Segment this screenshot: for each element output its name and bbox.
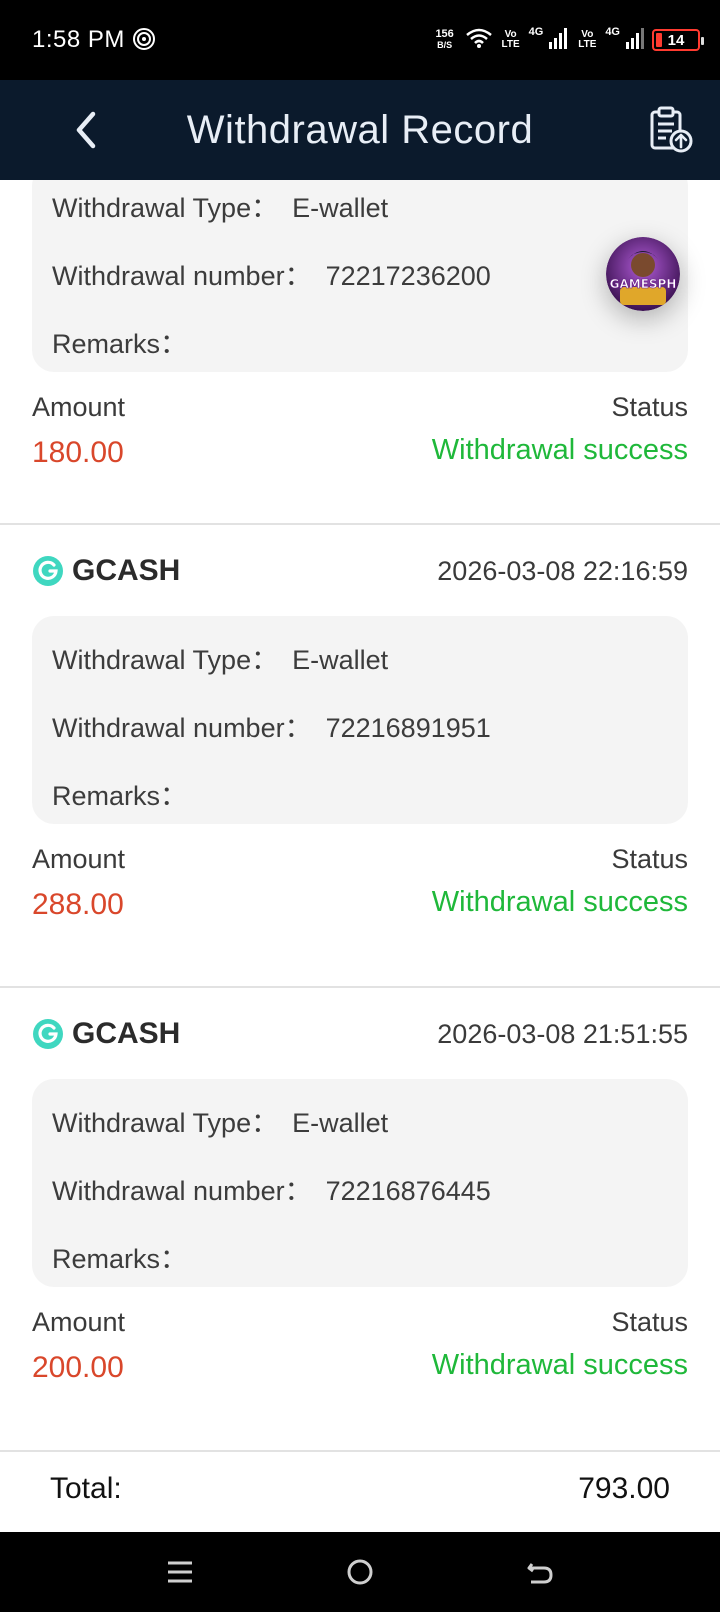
withdrawal-type-value: E-wallet (292, 193, 389, 223)
volte-bottom: LTE (578, 39, 597, 50)
status-label: Status (611, 392, 688, 422)
amount-label: Amount (32, 392, 126, 422)
amount-status-row: Amount 180.00 Status Withdrawal success (32, 392, 688, 492)
status-value: Withdrawal success (431, 434, 688, 466)
battery-level: 14 (667, 31, 685, 49)
details-box: Withdrawal Type： E-wallet Withdrawal numb… (32, 180, 688, 372)
withdrawal-number-label: Withdrawal number： (52, 713, 312, 743)
status-label: Status (611, 1307, 688, 1337)
withdrawal-type-row: Withdrawal Type： E-wallet (52, 638, 388, 677)
gcash-icon (33, 1019, 63, 1049)
provider: GCASH (32, 554, 180, 588)
withdrawal-type-label: Withdrawal Type： (52, 645, 279, 675)
amount-label: Amount (32, 844, 126, 874)
system-nav-bar (0, 1532, 720, 1612)
status-value: Withdrawal success (431, 886, 688, 918)
status-indicators: 156 B/S Vo LTE 4G Vo LTE 4G 14 (431, 22, 704, 58)
network-type-1: 4G (528, 26, 544, 38)
details-box: Withdrawal Type： E-wallet Withdrawal numb… (32, 1079, 688, 1287)
total-bar: Total: 793.00 (0, 1450, 720, 1532)
withdrawal-number-label: Withdrawal number： (52, 1176, 312, 1206)
withdrawal-type-row: Withdrawal Type： E-wallet (52, 1101, 388, 1140)
wifi-icon (465, 27, 493, 54)
withdrawal-number-value: 72216876445 (325, 1176, 491, 1206)
withdrawal-list[interactable]: Withdrawal Type： E-wallet Withdrawal numb… (0, 180, 720, 1532)
provider-name: GCASH (72, 1017, 181, 1050)
menu-button[interactable] (156, 1548, 204, 1596)
total-label: Total: (50, 1472, 122, 1505)
provider: GCASH (32, 1017, 180, 1051)
provider-name: GCASH (72, 554, 181, 587)
network-type-2: 4G (605, 26, 620, 38)
withdrawal-type-label: Withdrawal Type： (52, 193, 279, 223)
record-header: GCASH 2026-03-08 22:16:59 (32, 543, 688, 599)
status-time: 1:58 PM (32, 26, 125, 53)
withdrawal-type-label: Withdrawal Type： (52, 1108, 279, 1138)
remarks-label: Remarks： (52, 781, 188, 811)
upload-record-button[interactable] (644, 104, 696, 156)
volte-indicator-2: Vo LTE (575, 30, 599, 50)
withdrawal-number-value: 72217236200 (325, 261, 491, 291)
home-icon (347, 1559, 373, 1585)
net-speed-unit: B/S (437, 40, 453, 50)
withdrawal-number-row: Withdrawal number： 72216891951 (52, 706, 491, 745)
net-speed: 156 B/S (431, 29, 459, 51)
remarks-row: Remarks： (52, 322, 201, 361)
divider (0, 986, 720, 988)
withdrawal-type-value: E-wallet (292, 1108, 389, 1138)
menu-icon (168, 1561, 192, 1583)
app-header: Withdrawal Record (0, 80, 720, 180)
battery-icon: 14 (652, 29, 704, 51)
record-date: 2026-03-08 21:51:55 (437, 1018, 688, 1049)
game-logo-icon: GAMESPH (606, 237, 680, 311)
details-box: Withdrawal Type： E-wallet Withdrawal numb… (32, 616, 688, 824)
record-date: 2026-03-08 22:16:59 (437, 555, 688, 586)
amount-status-row: Amount 200.00 Status Withdrawal success (32, 1307, 688, 1407)
signal-icon (626, 27, 646, 54)
game-logo-text: GAMESPH (610, 277, 677, 291)
amount-value: 288.00 (32, 888, 124, 921)
back-icon (527, 1563, 553, 1584)
status-bar: 1:58 PM 156 B/S Vo LTE 4G Vo LTE 4G 14 (0, 0, 720, 80)
status-label: Status (611, 844, 688, 874)
record-header: GCASH 2026-03-08 21:51:55 (32, 1006, 688, 1062)
total-value: 793.00 (578, 1472, 670, 1505)
withdrawal-number-row: Withdrawal number： 72217236200 (52, 254, 491, 293)
page-title: Withdrawal Record (186, 108, 534, 152)
divider (0, 523, 720, 525)
withdrawal-number-label: Withdrawal number： (52, 261, 312, 291)
amount-value: 200.00 (32, 1351, 124, 1384)
status-value: Withdrawal success (431, 1349, 688, 1381)
amount-status-row: Amount 288.00 Status Withdrawal success (32, 844, 688, 944)
remarks-row: Remarks： (52, 1237, 201, 1276)
remarks-label: Remarks： (52, 1244, 188, 1274)
back-nav-button[interactable] (516, 1548, 564, 1596)
volte-bottom: LTE (501, 39, 520, 50)
floating-game-button[interactable]: GAMESPH (606, 237, 680, 311)
gcash-icon (33, 556, 63, 586)
amount-label: Amount (32, 1307, 126, 1337)
home-button[interactable] (336, 1548, 384, 1596)
volte-indicator-1: Vo LTE (499, 30, 523, 50)
withdrawal-number-row: Withdrawal number： 72216876445 (52, 1169, 491, 1208)
withdrawal-number-value: 72216891951 (325, 713, 491, 743)
signal-icon (549, 27, 569, 54)
sync-icon (132, 27, 156, 51)
withdrawal-type-value: E-wallet (292, 645, 389, 675)
clipboard-upload-icon (650, 106, 693, 153)
amount-value: 180.00 (32, 436, 124, 469)
remarks-row: Remarks： (52, 774, 201, 813)
net-speed-value: 156 (435, 28, 454, 40)
withdrawal-type-row: Withdrawal Type： E-wallet (52, 186, 388, 225)
remarks-label: Remarks： (52, 329, 188, 359)
